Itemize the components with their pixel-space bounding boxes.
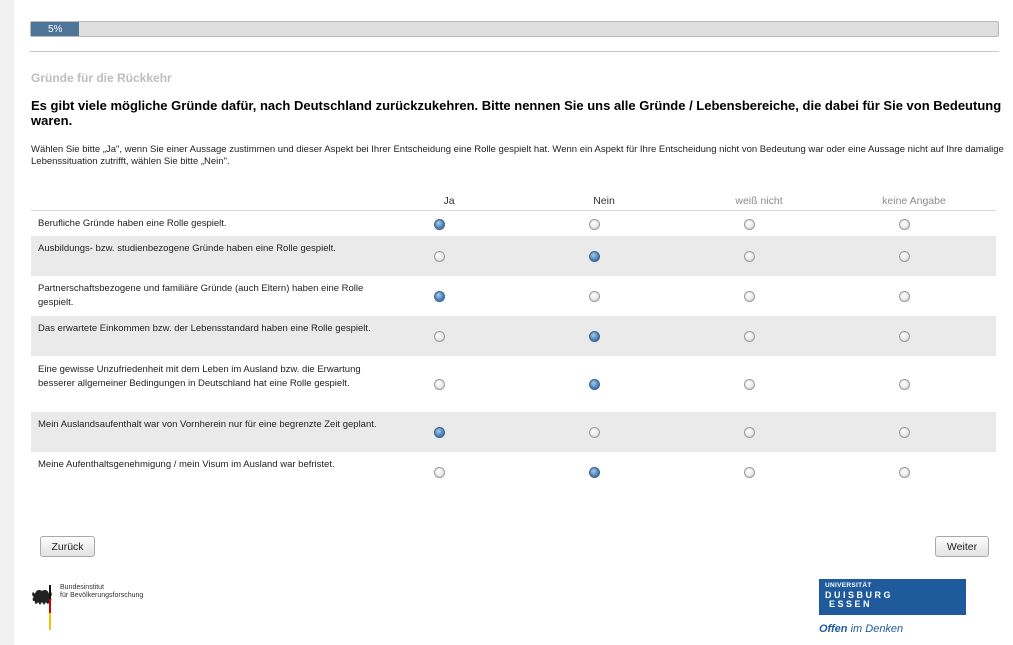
progress-bar: 5% [30, 21, 999, 37]
radio-nein[interactable] [589, 331, 600, 342]
radio-keine-angabe[interactable] [899, 379, 910, 390]
question-row: Das erwartete Einkommen bzw. der Lebenss… [31, 316, 996, 356]
radio-nein[interactable] [589, 427, 600, 438]
radio-ja[interactable] [434, 291, 445, 302]
bib-line-1: Bundesinstitut [60, 584, 104, 591]
bib-eagle-logo [32, 585, 52, 630]
question-row: Ausbildungs- bzw. studienbezogene Gründe… [31, 236, 996, 276]
radio-weiss-nicht[interactable] [744, 379, 755, 390]
question-row: Meine Aufenthaltsgenehmigung / mein Visu… [31, 452, 996, 492]
question-row-label: Mein Auslandsaufenthalt war von Vornhere… [38, 419, 377, 430]
radio-weiss-nicht[interactable] [744, 219, 755, 230]
question-row-label: Berufliche Gründe haben eine Rolle gespi… [38, 218, 227, 229]
radio-keine-angabe[interactable] [899, 427, 910, 438]
radio-keine-angabe[interactable] [899, 251, 910, 262]
radio-nein[interactable] [589, 219, 600, 230]
radio-ja[interactable] [434, 331, 445, 342]
ude-slogan-bold: Offen [819, 623, 848, 635]
radio-keine-angabe[interactable] [899, 467, 910, 478]
question-text: Es gibt viele mögliche Gründe dafür, nac… [31, 98, 1002, 128]
radio-weiss-nicht[interactable] [744, 251, 755, 262]
question-row: Partnerschaftsbezogene und familiäre Grü… [31, 276, 996, 316]
radio-keine-angabe[interactable] [899, 219, 910, 230]
radio-nein[interactable] [589, 291, 600, 302]
radio-weiss-nicht[interactable] [744, 331, 755, 342]
column-header-ja: Ja [443, 195, 455, 207]
column-header-nein: Nein [593, 195, 615, 207]
divider [30, 51, 999, 52]
question-row: Mein Auslandsaufenthalt war von Vornhere… [31, 412, 996, 452]
radio-ja[interactable] [434, 427, 445, 438]
progress-percent: 5% [48, 24, 63, 35]
radio-keine-angabe[interactable] [899, 291, 910, 302]
radio-ja[interactable] [434, 379, 445, 390]
instruction-text: Wählen Sie bitte „Ja", wenn Sie einer Au… [31, 144, 1004, 167]
question-row-label: Partnerschaftsbezogene und familiäre Grü… [38, 283, 364, 308]
radio-keine-angabe[interactable] [899, 331, 910, 342]
ude-slogan-rest: im Denken [850, 623, 904, 635]
radio-ja[interactable] [434, 219, 445, 230]
column-header-keine-angabe: keine Angabe [882, 195, 946, 207]
ude-logo: UNIVERSITÄT DUISBURG ESSEN [819, 579, 966, 615]
question-row: Berufliche Gründe haben eine Rolle gespi… [31, 211, 996, 236]
question-row-label: Ausbildungs- bzw. studienbezogene Gründe… [38, 243, 336, 254]
radio-weiss-nicht[interactable] [744, 427, 755, 438]
section-title: Gründe für die Rückkehr [31, 71, 172, 85]
question-row: Eine gewisse Unzufriedenheit mit dem Leb… [31, 356, 996, 412]
ude-logo-line-1: UNIVERSITÄT [825, 582, 872, 589]
radio-weiss-nicht[interactable] [744, 467, 755, 478]
next-button[interactable]: Weiter [935, 536, 989, 557]
ude-logo-line-3: ESSEN [829, 599, 873, 609]
bib-logo-text: Bundesinstitut für Bevölkerungsforschung [60, 584, 143, 600]
radio-ja[interactable] [434, 467, 445, 478]
radio-nein[interactable] [589, 379, 600, 390]
radio-ja[interactable] [434, 251, 445, 262]
question-row-label: Eine gewisse Unzufriedenheit mit dem Leb… [38, 364, 361, 389]
survey-page: 5% Gründe für die Rückkehr Es gibt viele… [14, 0, 1013, 645]
question-row-label: Meine Aufenthaltsgenehmigung / mein Visu… [38, 459, 335, 470]
radio-nein[interactable] [589, 251, 600, 262]
radio-nein[interactable] [589, 467, 600, 478]
ude-slogan: Offen im Denken [819, 623, 903, 635]
column-header-weiss-nicht: weiß nicht [735, 195, 783, 207]
back-button[interactable]: Zurück [40, 536, 95, 557]
radio-weiss-nicht[interactable] [744, 291, 755, 302]
bib-line-2: für Bevölkerungsforschung [60, 592, 144, 599]
question-row-label: Das erwartete Einkommen bzw. der Lebenss… [38, 323, 371, 334]
